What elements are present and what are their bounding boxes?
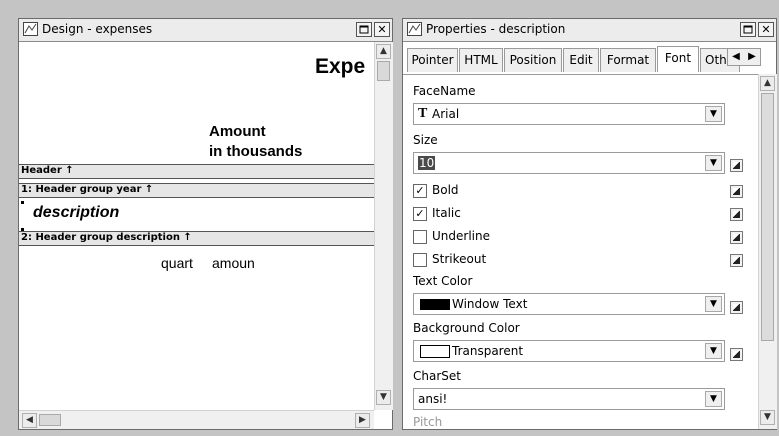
scroll-down-icon[interactable]: ▼ [760, 410, 775, 425]
bgcolor-value: Transparent [452, 344, 524, 358]
default-value-icon[interactable] [730, 301, 743, 314]
charset-value: ansi! [418, 392, 448, 406]
dropdown-arrow-icon[interactable]: ▼ [705, 391, 722, 407]
field-quart[interactable]: quart [161, 255, 193, 271]
strikeout-checkbox[interactable] [413, 253, 427, 267]
facename-value: Arial [432, 107, 460, 121]
size-value: 10 [418, 156, 436, 170]
window-icon [407, 22, 422, 36]
band-header[interactable]: Header ↑ [19, 164, 374, 179]
default-value-icon[interactable] [730, 254, 743, 267]
field-handle-top[interactable] [21, 201, 24, 204]
charset-label: CharSet [413, 369, 461, 383]
textcolor-swatch [420, 299, 450, 310]
dropdown-arrow-icon[interactable]: ▼ [705, 106, 722, 122]
default-value-icon[interactable] [730, 185, 743, 198]
column-header-thousands[interactable]: in thousands [209, 143, 302, 160]
scroll-down-icon[interactable]: ▼ [376, 390, 391, 405]
strikeout-label: Strikeout [432, 252, 487, 266]
band-header-group-description[interactable]: 2: Header group description ↑ [19, 231, 374, 246]
default-value-icon[interactable] [730, 348, 743, 361]
italic-checkbox[interactable]: ✓ [413, 207, 427, 221]
pitch-label: Pitch [413, 415, 443, 429]
tab-position[interactable]: Position [504, 48, 562, 72]
scroll-thumb[interactable] [377, 61, 390, 81]
design-vertical-scrollbar[interactable]: ▲ ▼ [374, 42, 393, 410]
scroll-right-icon[interactable]: ▶ [355, 413, 370, 428]
close-icon[interactable]: ✕ [374, 22, 390, 37]
band-header-group-year[interactable]: 1: Header group year ↑ [19, 183, 374, 198]
dropdown-arrow-icon[interactable]: ▼ [705, 296, 722, 312]
default-value-icon[interactable] [730, 159, 743, 172]
design-horizontal-scrollbar[interactable]: ◀ ▶ [19, 410, 374, 429]
default-value-icon[interactable] [730, 231, 743, 244]
charset-select[interactable]: ansi! ▼ [413, 388, 725, 410]
window-icon [23, 22, 38, 36]
tab-format[interactable]: Format [600, 48, 656, 72]
report-canvas[interactable]: Expe Amount in thousands Header ↑ 1: Hea… [19, 42, 374, 410]
scroll-left-icon[interactable]: ◀ [22, 413, 37, 428]
underline-label: Underline [432, 229, 490, 243]
design-titlebar[interactable]: Design - expenses ✕ [19, 19, 392, 42]
dropdown-arrow-icon[interactable]: ▼ [705, 343, 722, 359]
font-property-panel: FaceName T Arial ▼ Size 10 ▼ ✓ Bold ✓ It… [403, 74, 758, 429]
bgcolor-swatch [420, 345, 450, 358]
bgcolor-select[interactable]: Transparent ▼ [413, 340, 725, 362]
dropdown-arrow-icon[interactable]: ▼ [705, 155, 722, 171]
properties-title: Properties - description [426, 22, 566, 36]
tab-font[interactable]: Font [657, 46, 699, 72]
tab-pointer[interactable]: Pointer [407, 48, 458, 72]
design-title: Design - expenses [42, 22, 153, 36]
scroll-left-icon[interactable]: ◀ [728, 49, 744, 65]
field-description[interactable]: description [33, 204, 119, 222]
restore-icon[interactable] [740, 22, 756, 37]
properties-titlebar[interactable]: Properties - description ✕ [403, 19, 776, 42]
scroll-up-icon[interactable]: ▲ [376, 44, 391, 59]
tab-edit[interactable]: Edit [563, 48, 599, 72]
tab-scroll-buttons: ◀ ▶ [727, 48, 761, 66]
size-label: Size [413, 133, 438, 147]
hscroll-thumb[interactable] [39, 414, 61, 426]
close-icon[interactable]: ✕ [758, 22, 774, 37]
size-select[interactable]: 10 ▼ [413, 152, 725, 174]
restore-icon[interactable] [356, 22, 372, 37]
field-amount[interactable]: amoun [212, 255, 255, 271]
properties-window: Properties - description ✕ Pointer HTML … [402, 18, 777, 430]
scroll-right-icon[interactable]: ▶ [744, 49, 760, 65]
bgcolor-label: Background Color [413, 321, 520, 335]
textcolor-select[interactable]: Window Text ▼ [413, 293, 725, 315]
properties-vertical-scrollbar[interactable]: ▲ ▼ [758, 74, 777, 429]
textcolor-value: Window Text [452, 297, 528, 311]
bold-label: Bold [432, 183, 459, 197]
default-value-icon[interactable] [730, 208, 743, 221]
truetype-font-icon: T [418, 106, 428, 121]
scroll-up-icon[interactable]: ▲ [760, 76, 775, 91]
textcolor-label: Text Color [413, 274, 473, 288]
design-window: Design - expenses ✕ Expe Amount in thous… [18, 18, 393, 430]
italic-label: Italic [432, 206, 461, 220]
facename-label: FaceName [413, 84, 476, 98]
scroll-thumb[interactable] [761, 93, 774, 341]
tab-strip: Pointer HTML Position Edit Format Font O… [407, 46, 761, 74]
tab-html[interactable]: HTML [459, 48, 503, 72]
column-header-amount[interactable]: Amount [209, 123, 266, 140]
bold-checkbox[interactable]: ✓ [413, 184, 427, 198]
facename-select[interactable]: T Arial ▼ [413, 103, 725, 125]
report-title[interactable]: Expe [315, 55, 365, 79]
underline-checkbox[interactable] [413, 230, 427, 244]
